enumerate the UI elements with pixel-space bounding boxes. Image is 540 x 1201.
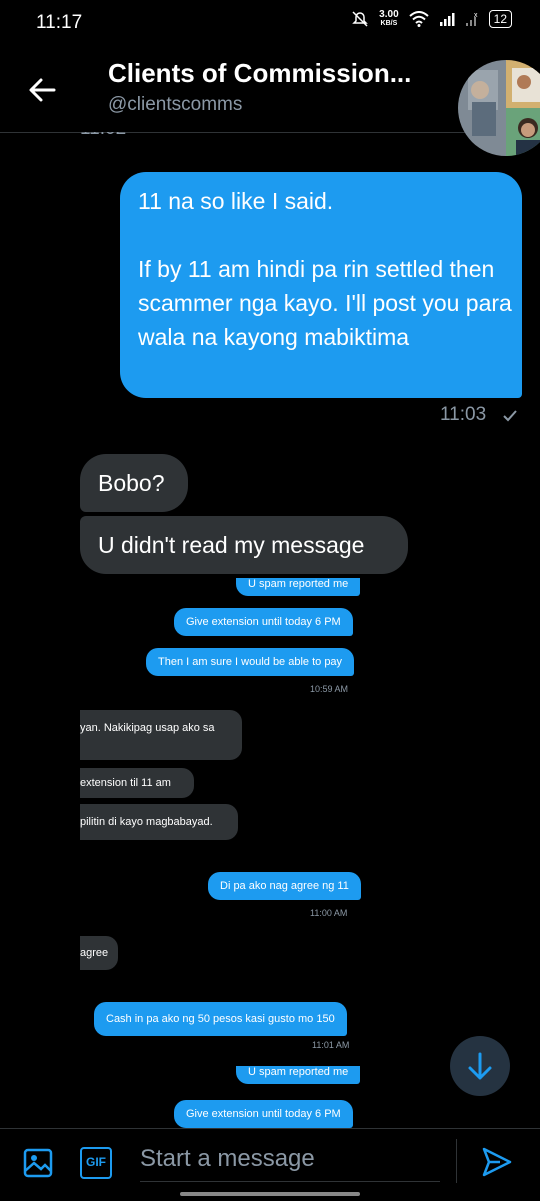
- screenshot-outgoing: Then I am sure I would be able to pay: [146, 648, 355, 676]
- attached-screenshot[interactable]: U spam reported me Give extension until …: [80, 574, 380, 1128]
- conversation-header: Clients of Commission... @clientscomms: [0, 46, 540, 156]
- signal-icon: [439, 13, 455, 26]
- outgoing-message[interactable]: 11 na so like I said. If by 11 am hindi …: [120, 172, 522, 398]
- screenshot-outgoing: U spam reported me: [236, 1066, 361, 1084]
- wifi-icon: [408, 11, 429, 27]
- screenshot-outgoing: Cash in pa ako ng 50 pesos kasi gusto mo…: [94, 1002, 347, 1036]
- message-line-1: 11 na so like I said.: [138, 188, 334, 214]
- send-icon[interactable]: [480, 1145, 514, 1179]
- status-icons: 3.00 KB/S x 12: [351, 10, 512, 28]
- screenshot-incoming: pilitin di kayo magbabayad.: [80, 804, 238, 840]
- screenshot-incoming: yan. Nakikipag usap ako sa: [80, 710, 242, 760]
- message-composer: GIF Start a message: [0, 1128, 540, 1201]
- screenshot-outgoing: U spam reported me: [236, 578, 361, 596]
- scroll-to-bottom-button[interactable]: [450, 1036, 510, 1096]
- conversation-handle[interactable]: @clientscomms: [108, 94, 242, 116]
- incoming-message[interactable]: U didn't read my message: [80, 516, 408, 574]
- battery-indicator: 12: [488, 10, 512, 28]
- mute-icon: [352, 11, 368, 27]
- screenshot-outgoing: Give extension until today 6 PM: [174, 608, 353, 636]
- screenshot-outgoing: Di pa ako nag agree ng 11: [208, 872, 361, 900]
- screenshot-time: 11:01 AM: [312, 1040, 350, 1050]
- screenshot-time: 11:00 AM: [310, 908, 348, 918]
- screenshot-outgoing: Give extension until today 6 PM: [174, 1100, 353, 1128]
- incoming-message-text: U didn't read my message: [98, 532, 365, 558]
- svg-text:x: x: [474, 12, 478, 19]
- speed-unit: KB/S: [380, 20, 398, 27]
- message-line-2: If by 11 am hindi pa rin settled then sc…: [138, 256, 512, 350]
- cut-timestamp: 11:02: [80, 132, 126, 140]
- screenshot-incoming: agree: [80, 936, 118, 970]
- message-input[interactable]: Start a message: [140, 1137, 440, 1182]
- arrow-left-icon[interactable]: [26, 74, 58, 106]
- network-speed: 3.00 KB/S: [379, 10, 398, 28]
- check-icon: [503, 410, 517, 422]
- signal-no-service-icon: x: [465, 12, 478, 26]
- composer-divider: [456, 1139, 457, 1183]
- screenshot-time: 10:59 AM: [310, 684, 349, 694]
- gif-button[interactable]: GIF: [80, 1147, 112, 1179]
- speed-value: 3.00: [379, 9, 399, 20]
- gesture-bar: [180, 1192, 360, 1196]
- status-bar: 11:17 3.00 KB/S x 12: [0, 0, 540, 46]
- status-time: 11:17: [36, 12, 83, 33]
- image-icon[interactable]: [22, 1147, 54, 1179]
- screenshot-incoming: extension til 11 am: [80, 768, 194, 798]
- message-thread[interactable]: 11:02 11 na so like I said. If by 11 am …: [0, 132, 540, 1128]
- message-time: 11:03: [440, 404, 487, 425]
- incoming-message[interactable]: Bobo?: [80, 454, 188, 512]
- arrow-down-icon: [468, 1052, 492, 1080]
- incoming-message-text: Bobo?: [98, 470, 165, 496]
- conversation-title[interactable]: Clients of Commission...: [108, 58, 458, 89]
